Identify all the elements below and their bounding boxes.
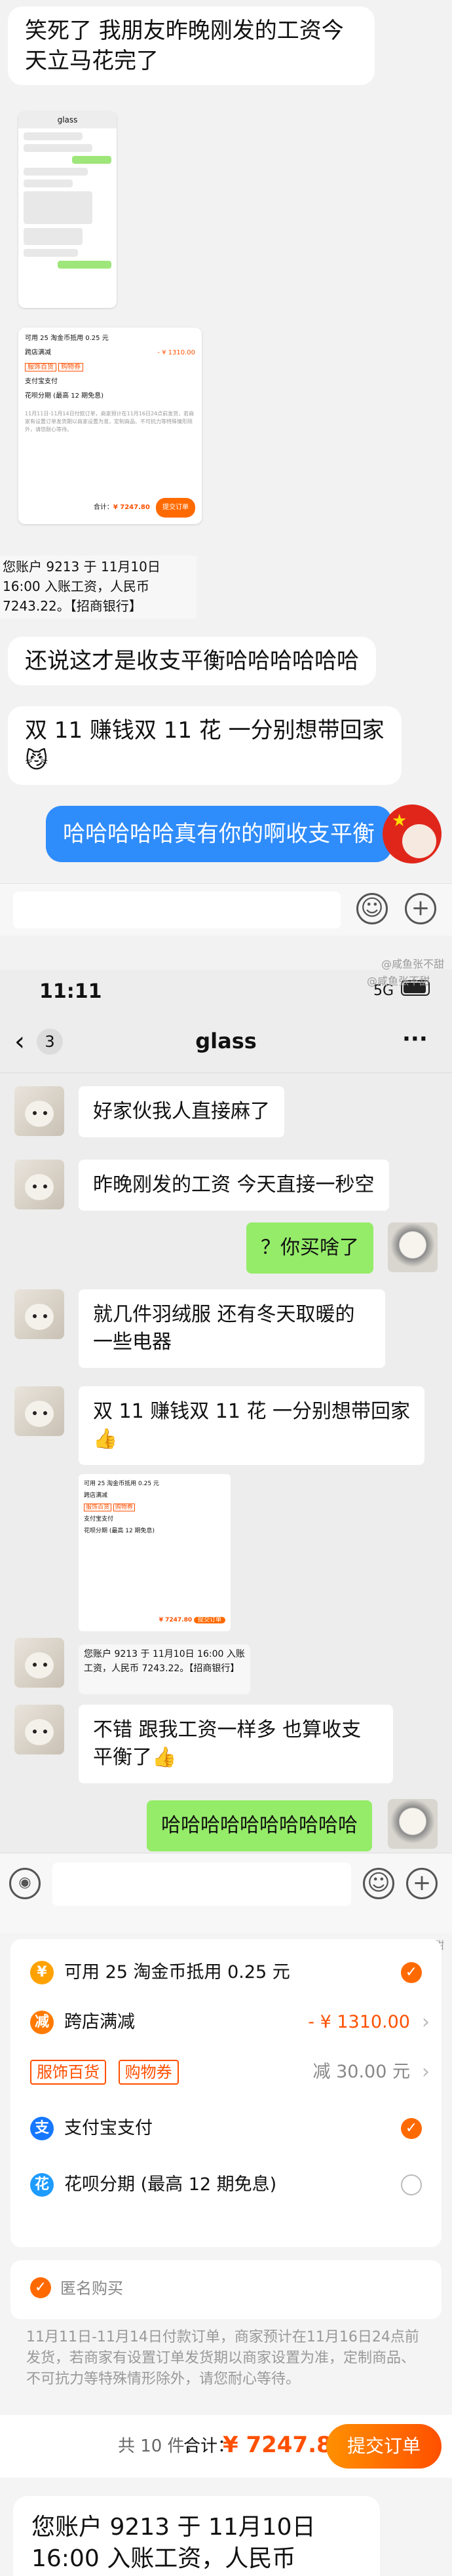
message-bubble: 双 11 赚钱双 11 花 一分别想带回家 😼 xyxy=(8,706,402,785)
tag-shopping-voucher: 购物券 xyxy=(118,2060,179,2085)
order-section: @咸鱼张不甜 ¥ 可用 25 淘金币抵用 0.25 元 ✓ 减 跨店满减 - ¥… xyxy=(0,1933,452,2576)
message-text: 笑死了 我朋友昨晚刚发的工资今天立马花完了 xyxy=(25,18,344,74)
mini-row-coins: 可用 25 淘金币抵用 0.25 元 xyxy=(25,335,109,342)
friend-avatar[interactable] xyxy=(14,1160,64,1209)
message-bubble-self: ？你买啥了 xyxy=(246,1222,373,1274)
checkbox-checked[interactable]: ✓ xyxy=(401,1962,422,1983)
wechat-group-section: 11:11 5G @咸鱼张不甜 ‹ 3 glass ··· 好家伙我人直接麻了 … xyxy=(0,970,452,1933)
row-alipay[interactable]: 支 支付宝支付 ✓ xyxy=(30,2111,436,2146)
user-avatar[interactable]: ★ xyxy=(383,805,442,863)
friend-avatar[interactable] xyxy=(14,1705,64,1754)
chat-title: glass xyxy=(195,1029,257,1053)
plus-button[interactable]: + xyxy=(405,893,436,924)
row-cross-store-discount[interactable]: 减 跨店满减 - ¥ 1310.00 › xyxy=(30,2005,436,2040)
clock: 11:11 xyxy=(39,980,102,1003)
input-bar: ◉ ☺ + xyxy=(0,1853,452,1933)
anonymous-card[interactable]: ✓ 匿名购买 xyxy=(10,2260,442,2319)
discount-icon: 减 xyxy=(30,2011,54,2034)
message-input[interactable] xyxy=(13,892,341,928)
message-bubble-self: 哈哈哈哈哈哈哈哈哈哈 xyxy=(147,1800,372,1851)
avatar-face xyxy=(402,824,436,858)
message-bubble: 笑死了 我朋友昨晚刚发的工资今天立马花完了 xyxy=(8,7,375,85)
checkout-bar: 共 10 件， 合计： ¥ 7247.80 提交订单 xyxy=(0,2415,452,2478)
message-text: 哈哈哈哈哈真有你的啊收支平衡 xyxy=(63,821,375,847)
discount-value: - ¥ 1310.00 xyxy=(308,2012,410,2032)
mini-note: 11月11日-11月14日付款订单，商家预计在11月16日24点前发货，若商家有… xyxy=(25,411,195,432)
message-bubble: 还说这才是收支平衡哈哈哈哈哈哈 xyxy=(8,637,376,685)
message-bubble-self: 哈哈哈哈哈真有你的啊收支平衡 xyxy=(46,806,392,862)
mini-row-huabei: 花呗分期 (最高 12 期免息) xyxy=(25,392,104,400)
friend-avatar[interactable] xyxy=(14,1086,64,1136)
order-screenshot-image[interactable]: 可用 25 淘金币抵用 0.25 元 跨店满减 服饰百货 购物券 支付宝支付 花… xyxy=(79,1474,231,1631)
row-coupons[interactable]: 服饰百货 购物券 减 30.00 元 › xyxy=(30,2055,436,2090)
message-bubble: 好家伙我人直接麻了 xyxy=(79,1086,284,1137)
mini-row-discount: 跨店满减 - ¥ 1310.00 xyxy=(25,349,195,356)
mini-row-tags: 服饰百货 购物券 xyxy=(25,360,195,375)
thumbs-up-emoji: 👍 xyxy=(152,1746,177,1769)
mini-footer: 合计：¥ 7247.80 提交订单 xyxy=(25,498,195,518)
my-avatar[interactable] xyxy=(388,1799,438,1849)
cat-emoji: 😼 xyxy=(25,748,48,774)
watermark: @咸鱼张不甜 xyxy=(381,958,444,970)
sms-screenshot-image[interactable]: 您账户 9213 于 11月10日 16:00 入账工资，人民币 7243.22… xyxy=(79,1644,250,1694)
anonymous-label: 匿名购买 xyxy=(60,2279,123,2298)
more-icon[interactable]: ··· xyxy=(402,1026,428,1052)
emoji-button[interactable]: ☺ xyxy=(363,1868,394,1899)
coin-icon: ¥ xyxy=(30,1961,54,1984)
huabei-icon: 花 xyxy=(30,2173,54,2197)
star-icon: ★ xyxy=(392,811,407,831)
nav-bar: ‹ 3 glass ··· xyxy=(0,1013,452,1073)
mini-row-alipay: 支付宝支付 xyxy=(25,378,58,385)
payment-card: ¥ 可用 25 淘金币抵用 0.25 元 ✓ 减 跨店满减 - ¥ 1310.0… xyxy=(10,1939,442,2247)
row-huabei[interactable]: 花 花呗分期 (最高 12 期免息) xyxy=(30,2167,436,2203)
input-bar: ☺ + xyxy=(0,883,452,936)
radio-unchecked[interactable] xyxy=(401,2174,422,2195)
chat-screenshot-thumbnail[interactable]: glass xyxy=(18,111,117,308)
friend-avatar[interactable] xyxy=(14,1638,64,1688)
message-bubble: 双 11 赚钱双 11 花 一分别想带回家 👍 xyxy=(79,1386,425,1465)
chevron-right-icon: › xyxy=(422,2060,430,2083)
top-chat-section: 笑死了 我朋友昨晚刚发的工资今天立马花完了 glass 可用 25 淘金币抵用 … xyxy=(0,0,452,970)
sms-message: 您账户 9213 于 11月10日 16:00 入账工资，人民币 7243.22… xyxy=(13,2496,380,2576)
message-bubble: 就几件羽绒服 还有冬天取暖的一些电器 xyxy=(79,1289,385,1368)
emoji-button[interactable]: ☺ xyxy=(356,893,388,924)
radio-checked[interactable]: ✓ xyxy=(401,2118,422,2139)
coupon-value: 减 30.00 元 xyxy=(312,2062,410,2082)
sms-screenshot: 您账户 9213 于 11月10日 16:00 入账工资，人民币 7243.22… xyxy=(0,556,197,618)
shipping-note: 11月11日-11月14日付款订单，商家预计在11月16日24点前发货，若商家有… xyxy=(26,2329,419,2387)
order-screenshot-thumbnail[interactable]: 可用 25 淘金币抵用 0.25 元 跨店满减 - ¥ 1310.00 服饰百货… xyxy=(18,328,202,524)
row-taobao-coins[interactable]: ¥ 可用 25 淘金币抵用 0.25 元 ✓ xyxy=(30,1955,436,1990)
thumbs-up-emoji: 👍 xyxy=(93,1428,118,1450)
plus-button[interactable]: + xyxy=(406,1868,438,1899)
my-avatar[interactable] xyxy=(388,1222,438,1272)
checkbox-checked[interactable]: ✓ xyxy=(30,2277,51,2298)
message-text: 还说这才是收支平衡哈哈哈哈哈哈 xyxy=(25,648,359,674)
friend-avatar[interactable] xyxy=(14,1289,64,1339)
message-bubble: 不错 跟我工资一样多 也算收支平衡了👍 xyxy=(79,1705,393,1783)
chevron-right-icon: › xyxy=(422,2011,430,2034)
friend-avatar[interactable] xyxy=(14,1386,64,1436)
message-input[interactable] xyxy=(52,1863,351,1906)
submit-order-button[interactable]: 提交订单 xyxy=(326,2424,442,2469)
tag-clothing: 服饰百货 xyxy=(30,2060,106,2085)
voice-icon[interactable]: ◉ xyxy=(9,1868,41,1899)
thumbnail-title: glass xyxy=(18,111,117,128)
message-bubble: 昨晚刚发的工资 今天直接一秒空 xyxy=(79,1160,389,1211)
message-text: 双 11 赚钱双 11 花 一分别想带回家 xyxy=(25,717,385,744)
watermark: @咸鱼张不甜 xyxy=(367,975,430,987)
alipay-icon: 支 xyxy=(30,2117,54,2140)
